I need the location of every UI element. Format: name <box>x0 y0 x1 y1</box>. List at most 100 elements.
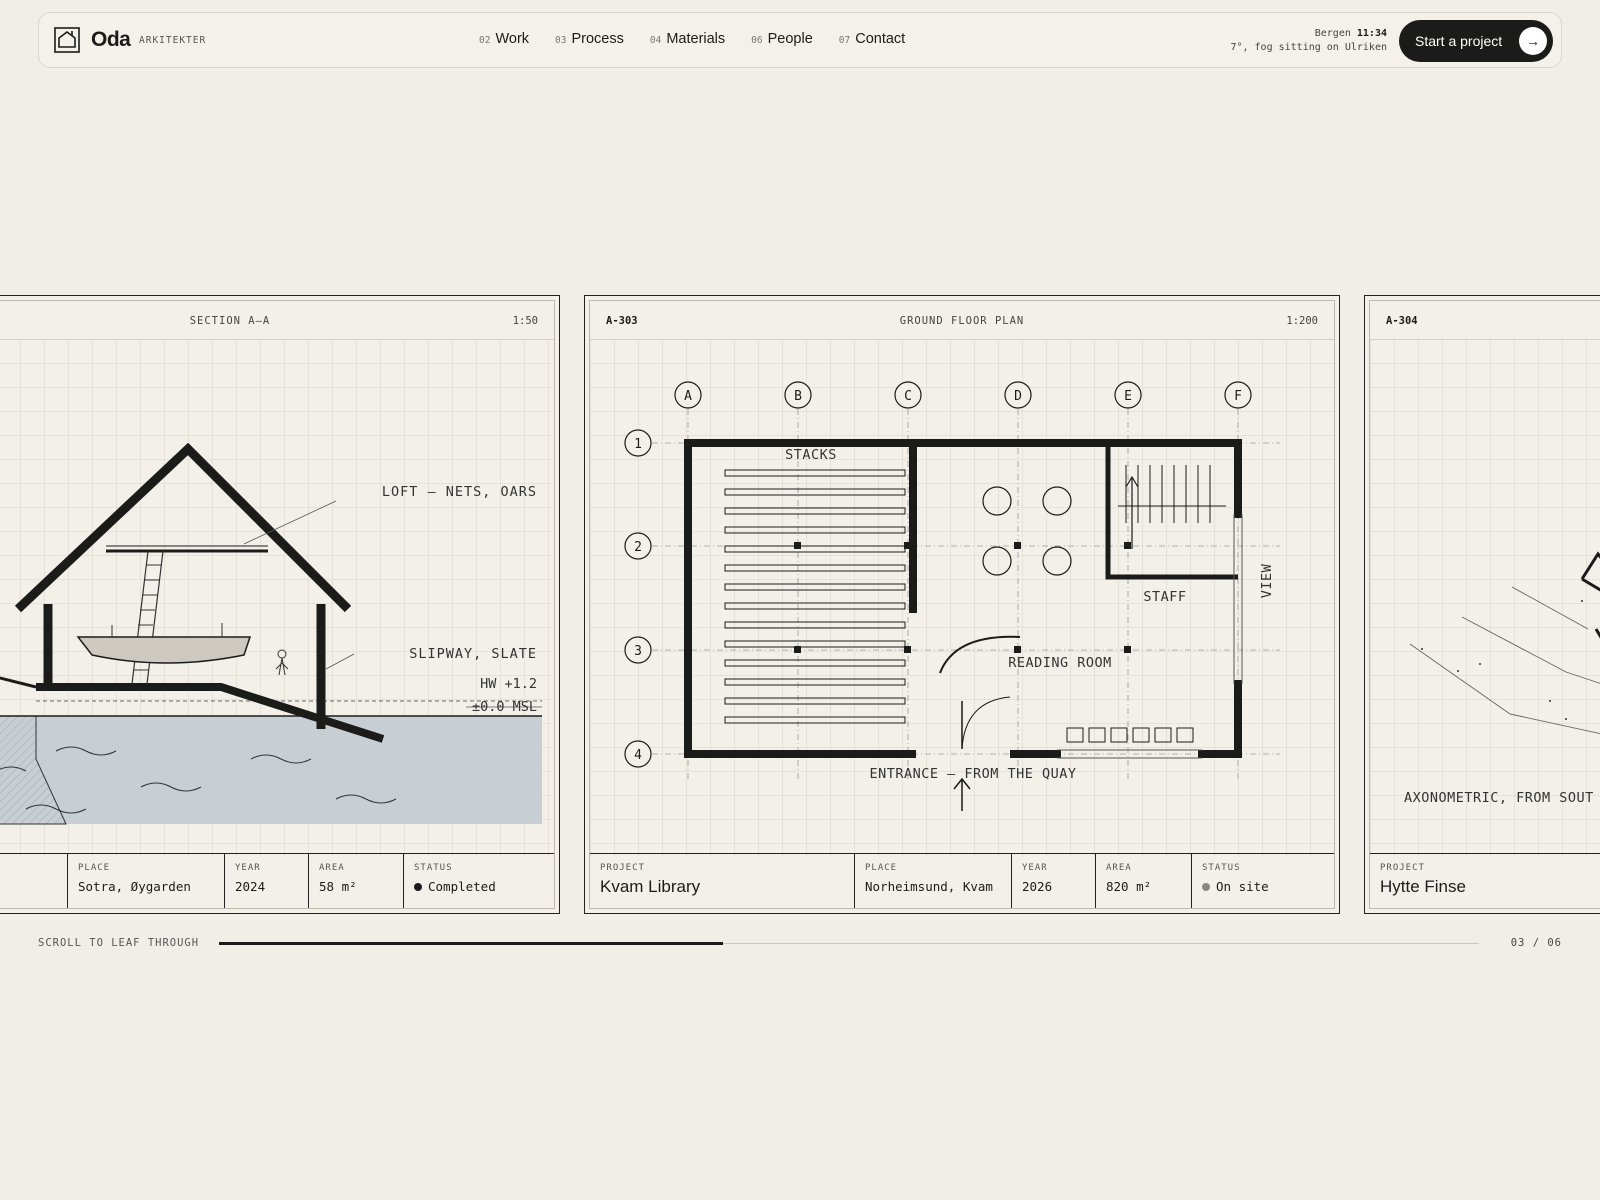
project-cell: PROJECT Kvam Library <box>590 854 855 908</box>
nav-item-materials[interactable]: 04 Materials <box>650 31 725 47</box>
drawing-card-axonometric[interactable]: A-304 AXONOMETRIC, FROM SOUT PROJECT Hyt… <box>1364 295 1600 914</box>
weather-time: 11:34 <box>1356 28 1387 39</box>
card-info-footer: PROJECT Hytte Finse <box>1370 853 1600 908</box>
axonometric-drawing: AXONOMETRIC, FROM SOUT <box>1370 339 1600 856</box>
place-value: Sotra, Øygarden <box>78 879 191 894</box>
status-dot <box>1202 883 1210 891</box>
cta-label: Start a project <box>1415 33 1503 49</box>
drawing-scale: 1:50 <box>512 315 538 327</box>
brand-name[interactable]: Oda <box>91 28 131 52</box>
label-staff: STAFF <box>1143 589 1186 605</box>
drawing-card-plan[interactable]: A-303 GROUND FLOOR PLAN 1:200 A B C D E … <box>584 295 1340 914</box>
area-key: AREA <box>1106 863 1132 873</box>
nav-item-process[interactable]: 03 Process <box>555 31 624 47</box>
grid-row-1: 1 <box>634 437 642 452</box>
area-cell: AREA 58 m² <box>309 854 404 908</box>
nav-number: 04 <box>649 35 662 46</box>
nav-number: 07 <box>838 35 851 46</box>
year-cell: YEAR 2024 <box>225 854 309 908</box>
start-project-button[interactable]: Start a project → <box>1399 20 1553 62</box>
place-key: PLACE <box>78 863 111 873</box>
nav-label: Process <box>571 31 624 47</box>
year-value: 2026 <box>1022 879 1053 894</box>
top-navigation-bar: Oda ARKITEKTER 02 Work 03 Process 04 Mat… <box>38 12 1562 68</box>
main-nav: 02 Work 03 Process 04 Materials 06 Peopl… <box>479 31 905 47</box>
weather-condition: 7°, fog sitting on Ulriken <box>1230 42 1387 53</box>
brand-subtitle: ARKITEKTER <box>139 35 207 46</box>
nav-number: 06 <box>751 35 763 46</box>
card-header: A-303 GROUND FLOOR PLAN 1:200 <box>590 301 1334 340</box>
area-key: AREA <box>319 863 345 873</box>
drawing-card-section[interactable]: SECTION A–A 1:50 LOFT — NETS, OARS SLIPW… <box>0 295 560 914</box>
status-dot <box>414 883 422 891</box>
area-value: 58 m² <box>319 879 357 894</box>
status-key: STATUS <box>414 863 453 873</box>
status-value: On site <box>1216 879 1269 894</box>
year-key: YEAR <box>235 863 261 873</box>
slide-counter: 03 / 06 <box>1510 937 1562 949</box>
house-logo-icon[interactable] <box>54 27 80 53</box>
grid-col-b: B <box>794 389 802 404</box>
area-cell: AREA 820 m² <box>1096 854 1192 908</box>
label-loft: LOFT — NETS, OARS <box>382 484 537 500</box>
year-cell: YEAR 2026 <box>1012 854 1096 908</box>
section-drawing: LOFT — NETS, OARS SLIPWAY, SLATE HW +1.2… <box>0 339 554 856</box>
scroll-hint: SCROLL TO LEAF THROUGH <box>38 937 200 949</box>
nav-item-contact[interactable]: 07 Contact <box>839 31 905 47</box>
scroll-progress[interactable] <box>219 942 723 945</box>
label-axonometric: AXONOMETRIC, FROM SOUT <box>1404 790 1594 806</box>
card-frame: SECTION A–A 1:50 LOFT — NETS, OARS SLIPW… <box>0 300 555 909</box>
label-slipway: SLIPWAY, SLATE <box>409 646 537 662</box>
status-value: Completed <box>428 879 496 894</box>
arrow-right-icon: → <box>1519 27 1547 55</box>
nav-label: People <box>767 31 813 47</box>
place-cell: PLACE Sotra, Øygarden <box>68 854 225 908</box>
label-entrance: ENTRANCE — FROM THE QUAY <box>869 766 1076 782</box>
label-high-water: HW +1.2 <box>480 676 537 692</box>
year-key: YEAR <box>1022 863 1048 873</box>
drawing-scale: 1:200 <box>1286 315 1318 327</box>
area-value: 820 m² <box>1106 879 1152 894</box>
project-key: PROJECT <box>600 863 645 873</box>
grid-col-e: E <box>1124 389 1132 404</box>
project-cell: PROJECT Hytte Finse <box>1370 854 1600 908</box>
card-header: SECTION A–A 1:50 <box>0 301 554 340</box>
label-msl: ±0.0 MSL <box>472 699 537 715</box>
grid-col-c: C <box>904 389 912 404</box>
status-cell: STATUS On site <box>1192 854 1334 908</box>
grid-col-f: F <box>1234 389 1242 404</box>
card-header: A-304 <box>1370 301 1600 340</box>
local-weather: Bergen 11:34 7°, fog sitting on Ulriken <box>1230 27 1387 55</box>
project-cell <box>0 854 68 908</box>
label-view: VIEW <box>1259 563 1275 598</box>
drawing-code: A-304 <box>1386 315 1418 327</box>
label-reading-room: READING ROOM <box>1008 655 1112 671</box>
nav-item-people[interactable]: 06 People <box>751 31 813 47</box>
place-value: Norheimsund, Kvam <box>865 879 993 894</box>
nav-label: Contact <box>855 31 906 47</box>
card-info-footer: PROJECT Kvam Library PLACE Norheimsund, … <box>590 853 1334 908</box>
label-stacks: STACKS <box>785 447 837 463</box>
year-value: 2024 <box>235 879 266 894</box>
plan-drawing: A B C D E F 1 2 3 4 STACKS STAFF READING… <box>590 339 1334 856</box>
nav-label: Materials <box>666 31 726 47</box>
place-key: PLACE <box>865 863 898 873</box>
nav-number: 03 <box>555 35 567 46</box>
project-key: PROJECT <box>1380 863 1425 873</box>
place-cell: PLACE Norheimsund, Kvam <box>855 854 1012 908</box>
drawing-title: SECTION A–A <box>189 315 271 327</box>
drawing-title: GROUND FLOOR PLAN <box>899 315 1025 327</box>
card-info-footer: PLACE Sotra, Øygarden YEAR 2024 AREA 58 … <box>0 853 554 908</box>
weather-city: Bergen <box>1314 28 1351 39</box>
grid-row-4: 4 <box>634 748 642 763</box>
nav-number: 02 <box>479 35 491 46</box>
project-value: Hytte Finse <box>1380 877 1466 896</box>
grid-col-d: D <box>1014 389 1022 404</box>
grid-row-2: 2 <box>634 540 642 555</box>
card-frame: A-304 AXONOMETRIC, FROM SOUT PROJECT Hyt… <box>1369 300 1600 909</box>
nav-item-work[interactable]: 02 Work <box>479 31 529 47</box>
nav-label: Work <box>495 31 530 47</box>
card-frame: A-303 GROUND FLOOR PLAN 1:200 A B C D E … <box>589 300 1335 909</box>
project-value: Kvam Library <box>600 877 701 896</box>
grid-row-3: 3 <box>634 644 642 659</box>
